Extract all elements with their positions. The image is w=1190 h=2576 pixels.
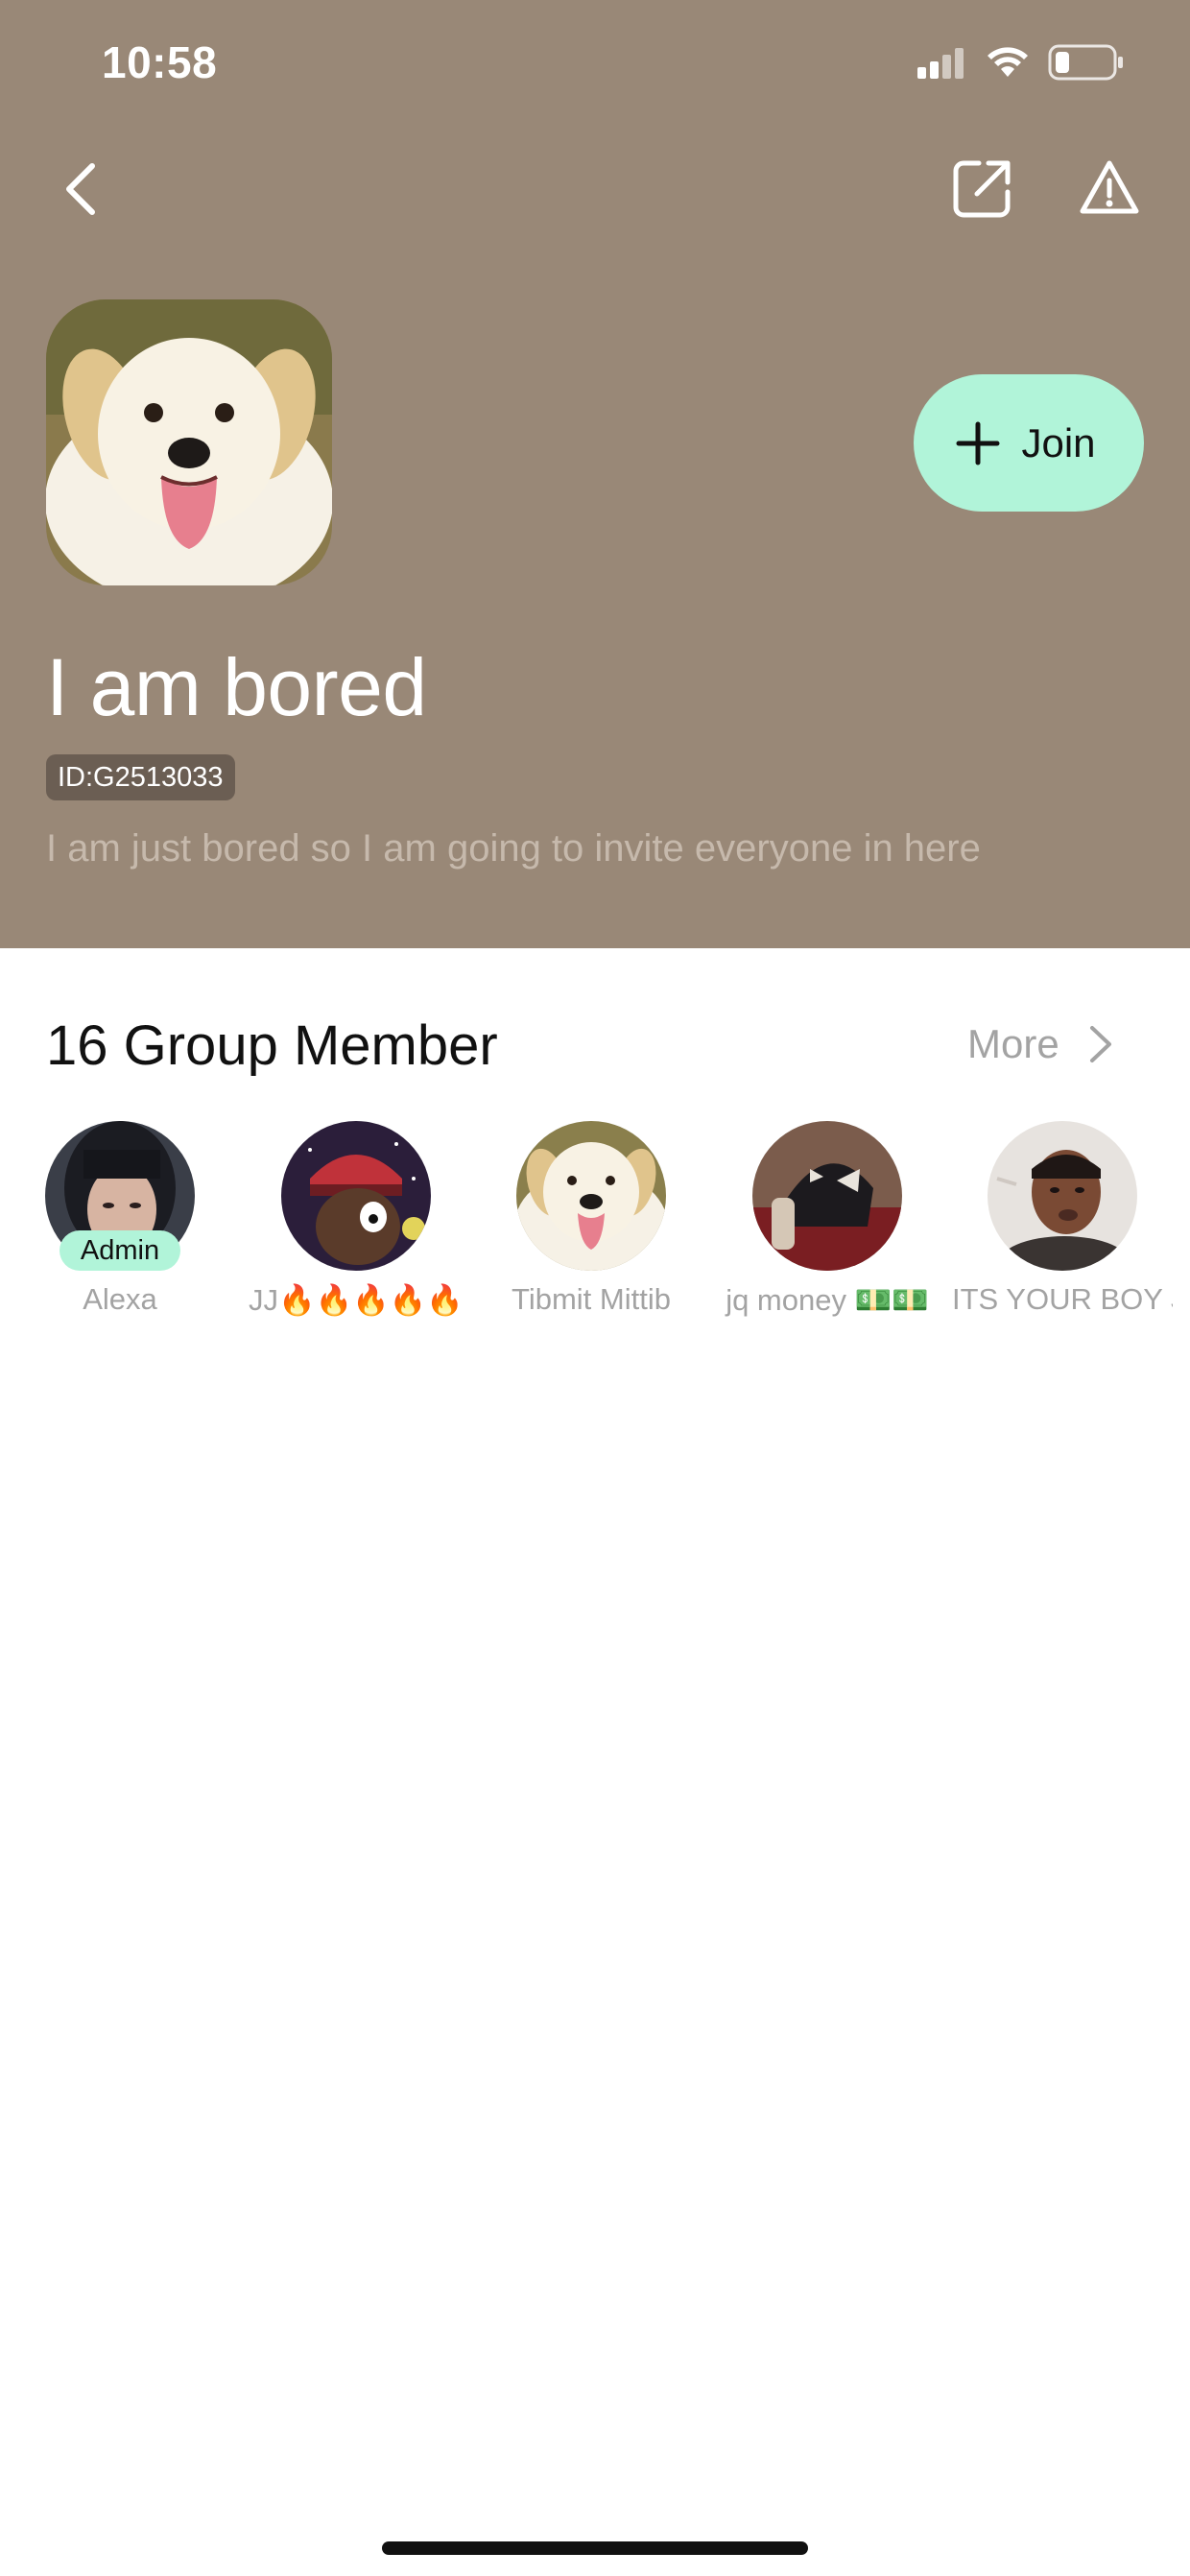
member-avatar bbox=[988, 1121, 1137, 1271]
wifi-icon bbox=[988, 47, 1028, 77]
chevron-right-icon bbox=[1089, 1026, 1111, 1062]
member-avatar bbox=[281, 1121, 431, 1271]
signal-icon bbox=[917, 48, 964, 79]
battery-icon bbox=[1048, 44, 1123, 81]
home-indicator[interactable] bbox=[382, 2541, 808, 2555]
member-name: JJ🔥🔥🔥🔥🔥 bbox=[249, 1283, 464, 1317]
admin-badge: Admin bbox=[60, 1230, 180, 1271]
member-item[interactable]: Tibmit Mittib bbox=[481, 1121, 702, 1317]
back-button[interactable] bbox=[56, 158, 106, 220]
member-name: Tibmit Mittib bbox=[512, 1282, 671, 1316]
status-time: 10:58 bbox=[102, 37, 218, 87]
back-icon bbox=[66, 163, 95, 215]
member-item[interactable]: Alexa bbox=[10, 1121, 230, 1317]
member-name: ITS YOUR BOY J... bbox=[952, 1282, 1173, 1316]
more-members-link[interactable]: More bbox=[967, 1021, 1113, 1067]
member-avatar bbox=[516, 1121, 666, 1271]
group-description: I am just bored so I am going to invite … bbox=[46, 827, 981, 870]
share-icon bbox=[953, 160, 1011, 218]
share-button[interactable] bbox=[952, 157, 1013, 219]
warning-icon bbox=[1080, 160, 1139, 214]
join-label: Join bbox=[1021, 419, 1096, 465]
member-avatar bbox=[752, 1121, 902, 1271]
member-item[interactable]: jq money 💵💵 bbox=[717, 1121, 938, 1318]
join-button[interactable]: Join bbox=[914, 374, 1144, 512]
group-avatar bbox=[46, 299, 332, 585]
member-item[interactable]: JJ🔥🔥🔥🔥🔥 bbox=[246, 1121, 466, 1318]
members-title: 16 Group Member bbox=[46, 1014, 498, 1077]
report-button[interactable] bbox=[1079, 159, 1140, 215]
member-name: Alexa bbox=[83, 1282, 157, 1316]
puppy-image bbox=[46, 299, 332, 585]
group-header: 10:58 Join I am bored ID:G2513033 I am j… bbox=[0, 0, 1190, 948]
more-label: More bbox=[967, 1021, 1059, 1066]
group-id-badge: ID:G2513033 bbox=[46, 754, 235, 800]
plus-icon bbox=[956, 421, 1000, 465]
status-icons bbox=[917, 44, 1125, 81]
group-name: I am bored bbox=[46, 642, 427, 732]
member-item[interactable]: ITS YOUR BOY J... bbox=[952, 1121, 1173, 1317]
member-name: jq money 💵💵 bbox=[726, 1283, 929, 1317]
